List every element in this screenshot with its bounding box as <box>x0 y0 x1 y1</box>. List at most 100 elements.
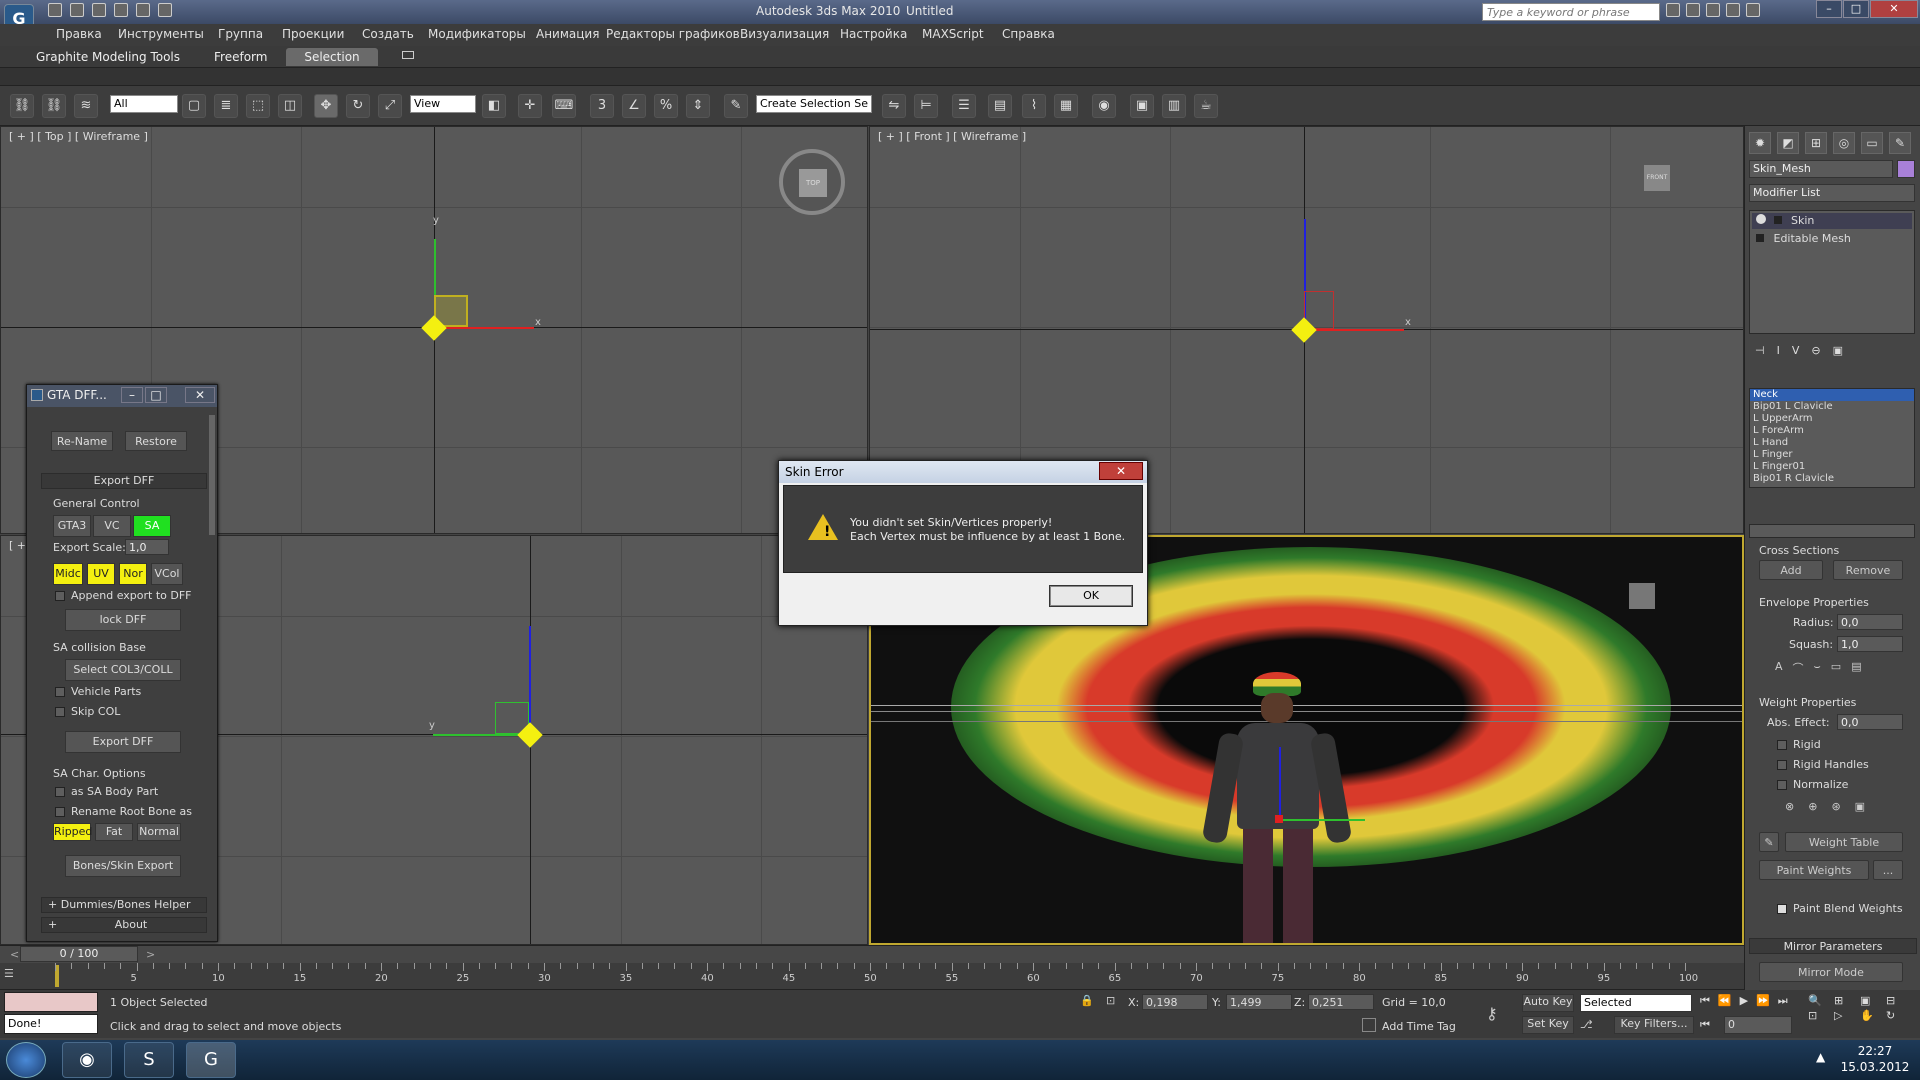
play-icon[interactable]: ▶ <box>1740 994 1748 1008</box>
selection-filter-dropdown[interactable]: All <box>110 95 178 113</box>
ripped-button[interactable]: Ripped <box>53 823 92 841</box>
vcol-button[interactable]: VCol <box>151 563 183 585</box>
skip-col-checkbox[interactable] <box>55 707 65 717</box>
menu-modifiers[interactable]: Модификаторы <box>428 27 526 41</box>
ok-button[interactable]: OK <box>1049 585 1133 607</box>
rotate-icon[interactable]: ↻ <box>346 94 370 118</box>
maximize-button[interactable]: □ <box>1843 0 1869 18</box>
current-frame-input[interactable]: 0 <box>1724 1016 1792 1034</box>
export-dff-button[interactable]: Export DFF <box>65 731 181 753</box>
dialog-titlebar[interactable]: Skin Error ✕ <box>779 461 1147 483</box>
dialog-close-button[interactable]: ✕ <box>1099 462 1143 480</box>
weight-tool-icon[interactable]: ✎ <box>1759 832 1779 852</box>
hierarchy-tab-icon[interactable]: ⊞ <box>1805 132 1827 154</box>
gta-panel-titlebar[interactable]: GTA DFF... – □ ✕ <box>27 385 217 407</box>
pivot-center-icon[interactable]: ◧ <box>482 94 506 118</box>
close-button[interactable]: ✕ <box>1870 0 1918 18</box>
menu-views[interactable]: Проекции <box>282 27 344 41</box>
edit-named-selection-icon[interactable]: ✎ <box>724 94 748 118</box>
graphite-toggle-icon[interactable]: ▤ <box>988 94 1012 118</box>
export-scale-input[interactable]: 1,0 <box>125 539 169 555</box>
remove-button[interactable]: Remove <box>1833 560 1903 580</box>
nor-button[interactable]: Nor <box>119 563 147 585</box>
lock-dff-button[interactable]: lock DFF <box>65 609 181 631</box>
dummies-helper-section[interactable]: + Dummies/Bones Helper <box>41 897 207 913</box>
modify-tab-icon[interactable]: ◩ <box>1777 132 1799 154</box>
mirror-parameters-section[interactable]: Mirror Parameters <box>1749 938 1917 954</box>
squash-input[interactable]: 1,0 <box>1837 636 1903 652</box>
curve-editor-icon[interactable]: ⌇ <box>1022 94 1046 118</box>
bone-item[interactable]: L ForeArm <box>1750 425 1914 437</box>
skype-taskbar-icon[interactable]: S <box>124 1042 174 1078</box>
scale-icon[interactable]: ⤢ <box>378 94 402 118</box>
rename-button[interactable]: Re-Name <box>51 431 113 451</box>
3dsmax-taskbar-icon[interactable]: G <box>186 1042 236 1078</box>
key-mode-dropdown[interactable]: Selected <box>1580 994 1692 1012</box>
utilities-tab-icon[interactable]: ✎ <box>1889 132 1911 154</box>
restore-button[interactable]: Restore <box>125 431 187 451</box>
next-frame-icon[interactable]: > <box>146 948 155 961</box>
unlink-icon[interactable]: ⛓ <box>42 94 66 118</box>
stack-item-skin[interactable]: Skin <box>1752 213 1912 229</box>
x-axis-gizmo[interactable] <box>434 327 534 329</box>
menu-animation[interactable]: Анимация <box>536 27 599 41</box>
display-tab-icon[interactable]: ▭ <box>1861 132 1883 154</box>
key-mode-toggle-icon[interactable]: ⏮ <box>1700 1018 1710 1032</box>
exclude-icon[interactable]: ⊗ <box>1785 800 1794 813</box>
spinner-snap-icon[interactable]: ⇕ <box>686 94 710 118</box>
bone-item[interactable]: L Finger01 <box>1750 461 1914 473</box>
field-of-view-icon[interactable]: ▷ <box>1834 1009 1858 1022</box>
time-tag-icon[interactable] <box>1362 1018 1376 1032</box>
viewcube-top[interactable]: TOP <box>779 149 845 215</box>
normalize-checkbox[interactable] <box>1777 780 1787 790</box>
tab-selection[interactable]: Selection <box>286 48 378 66</box>
abs-effect-input[interactable]: 0,0 <box>1837 714 1903 730</box>
expand-icon[interactable] <box>1773 216 1782 224</box>
menu-group[interactable]: Группа <box>218 27 263 41</box>
bone-item[interactable]: Bip01 L Clavicle <box>1750 401 1914 413</box>
gta-minimize-button[interactable]: – <box>121 387 143 403</box>
include-icon[interactable]: ⊕ <box>1808 800 1817 813</box>
key-filters-icon[interactable]: ⎇ <box>1580 1018 1593 1031</box>
y-axis-gizmo[interactable] <box>433 734 529 736</box>
add-time-tag-button[interactable]: Add Time Tag <box>1382 1020 1456 1033</box>
minimize-button[interactable]: – <box>1816 0 1842 18</box>
menu-graph-editors[interactable]: Редакторы графиков <box>606 27 740 41</box>
falloff-icon[interactable]: ⌣ <box>1814 660 1821 676</box>
normal-button[interactable]: Normal <box>137 823 181 841</box>
object-color-swatch[interactable] <box>1897 160 1915 178</box>
tray-arrow-icon[interactable]: ▲ <box>1816 1050 1825 1064</box>
zoom-extents-all-icon[interactable]: ⊟ <box>1886 994 1910 1007</box>
help-icon[interactable] <box>1746 3 1760 17</box>
next-frame-icon[interactable]: ⏩ <box>1756 994 1770 1008</box>
track-bar[interactable]: ☰ 5 10 15 20 25 30 35 40 45 50 55 60 65 70 75 80 85 90 95 1… <box>0 963 1744 990</box>
go-to-start-icon[interactable]: ⏮ <box>1700 994 1710 1008</box>
bone-item[interactable]: Bip01 R Clavicle <box>1750 473 1914 485</box>
keyboard-shortcut-icon[interactable]: ⌨ <box>552 94 576 118</box>
zoom-region-icon[interactable]: ⊡ <box>1808 1009 1832 1022</box>
expand-icon[interactable] <box>1756 234 1764 242</box>
bone-item[interactable]: L Hand <box>1750 437 1914 449</box>
manipulate-icon[interactable]: ✛ <box>518 94 542 118</box>
binoculars-icon[interactable] <box>1666 3 1680 17</box>
set-key-mode-icon[interactable]: ⚷ <box>1486 1004 1498 1023</box>
absolute-mode-icon[interactable]: ⊡ <box>1106 994 1115 1007</box>
x-axis-gizmo[interactable] <box>1304 329 1404 331</box>
named-selection-set-dropdown[interactable]: Create Selection Se <box>756 95 872 113</box>
menu-tools[interactable]: Инструменты <box>118 27 204 41</box>
previous-frame-icon[interactable]: ⏪ <box>1718 994 1732 1008</box>
select-by-name-icon[interactable]: ≣ <box>214 94 238 118</box>
vc-button[interactable]: VC <box>93 515 131 537</box>
stack-item-editable-mesh[interactable]: Editable Mesh <box>1752 231 1912 247</box>
go-to-end-icon[interactable]: ⏭ <box>1778 994 1788 1008</box>
zoom-icon[interactable]: 🔍 <box>1808 994 1832 1007</box>
start-button[interactable] <box>6 1042 46 1078</box>
rectangular-selection-icon[interactable]: ⬚ <box>246 94 270 118</box>
clock-date[interactable]: 15.03.2012 <box>1840 1060 1910 1074</box>
zoom-extents-icon[interactable]: ▣ <box>1860 994 1884 1007</box>
rendered-frame-icon[interactable]: ▥ <box>1162 94 1186 118</box>
uv-button[interactable]: UV <box>87 563 115 585</box>
z-axis-gizmo[interactable] <box>1279 747 1281 819</box>
menu-edit[interactable]: Правка <box>56 27 102 41</box>
bone-item[interactable]: L Finger <box>1750 449 1914 461</box>
